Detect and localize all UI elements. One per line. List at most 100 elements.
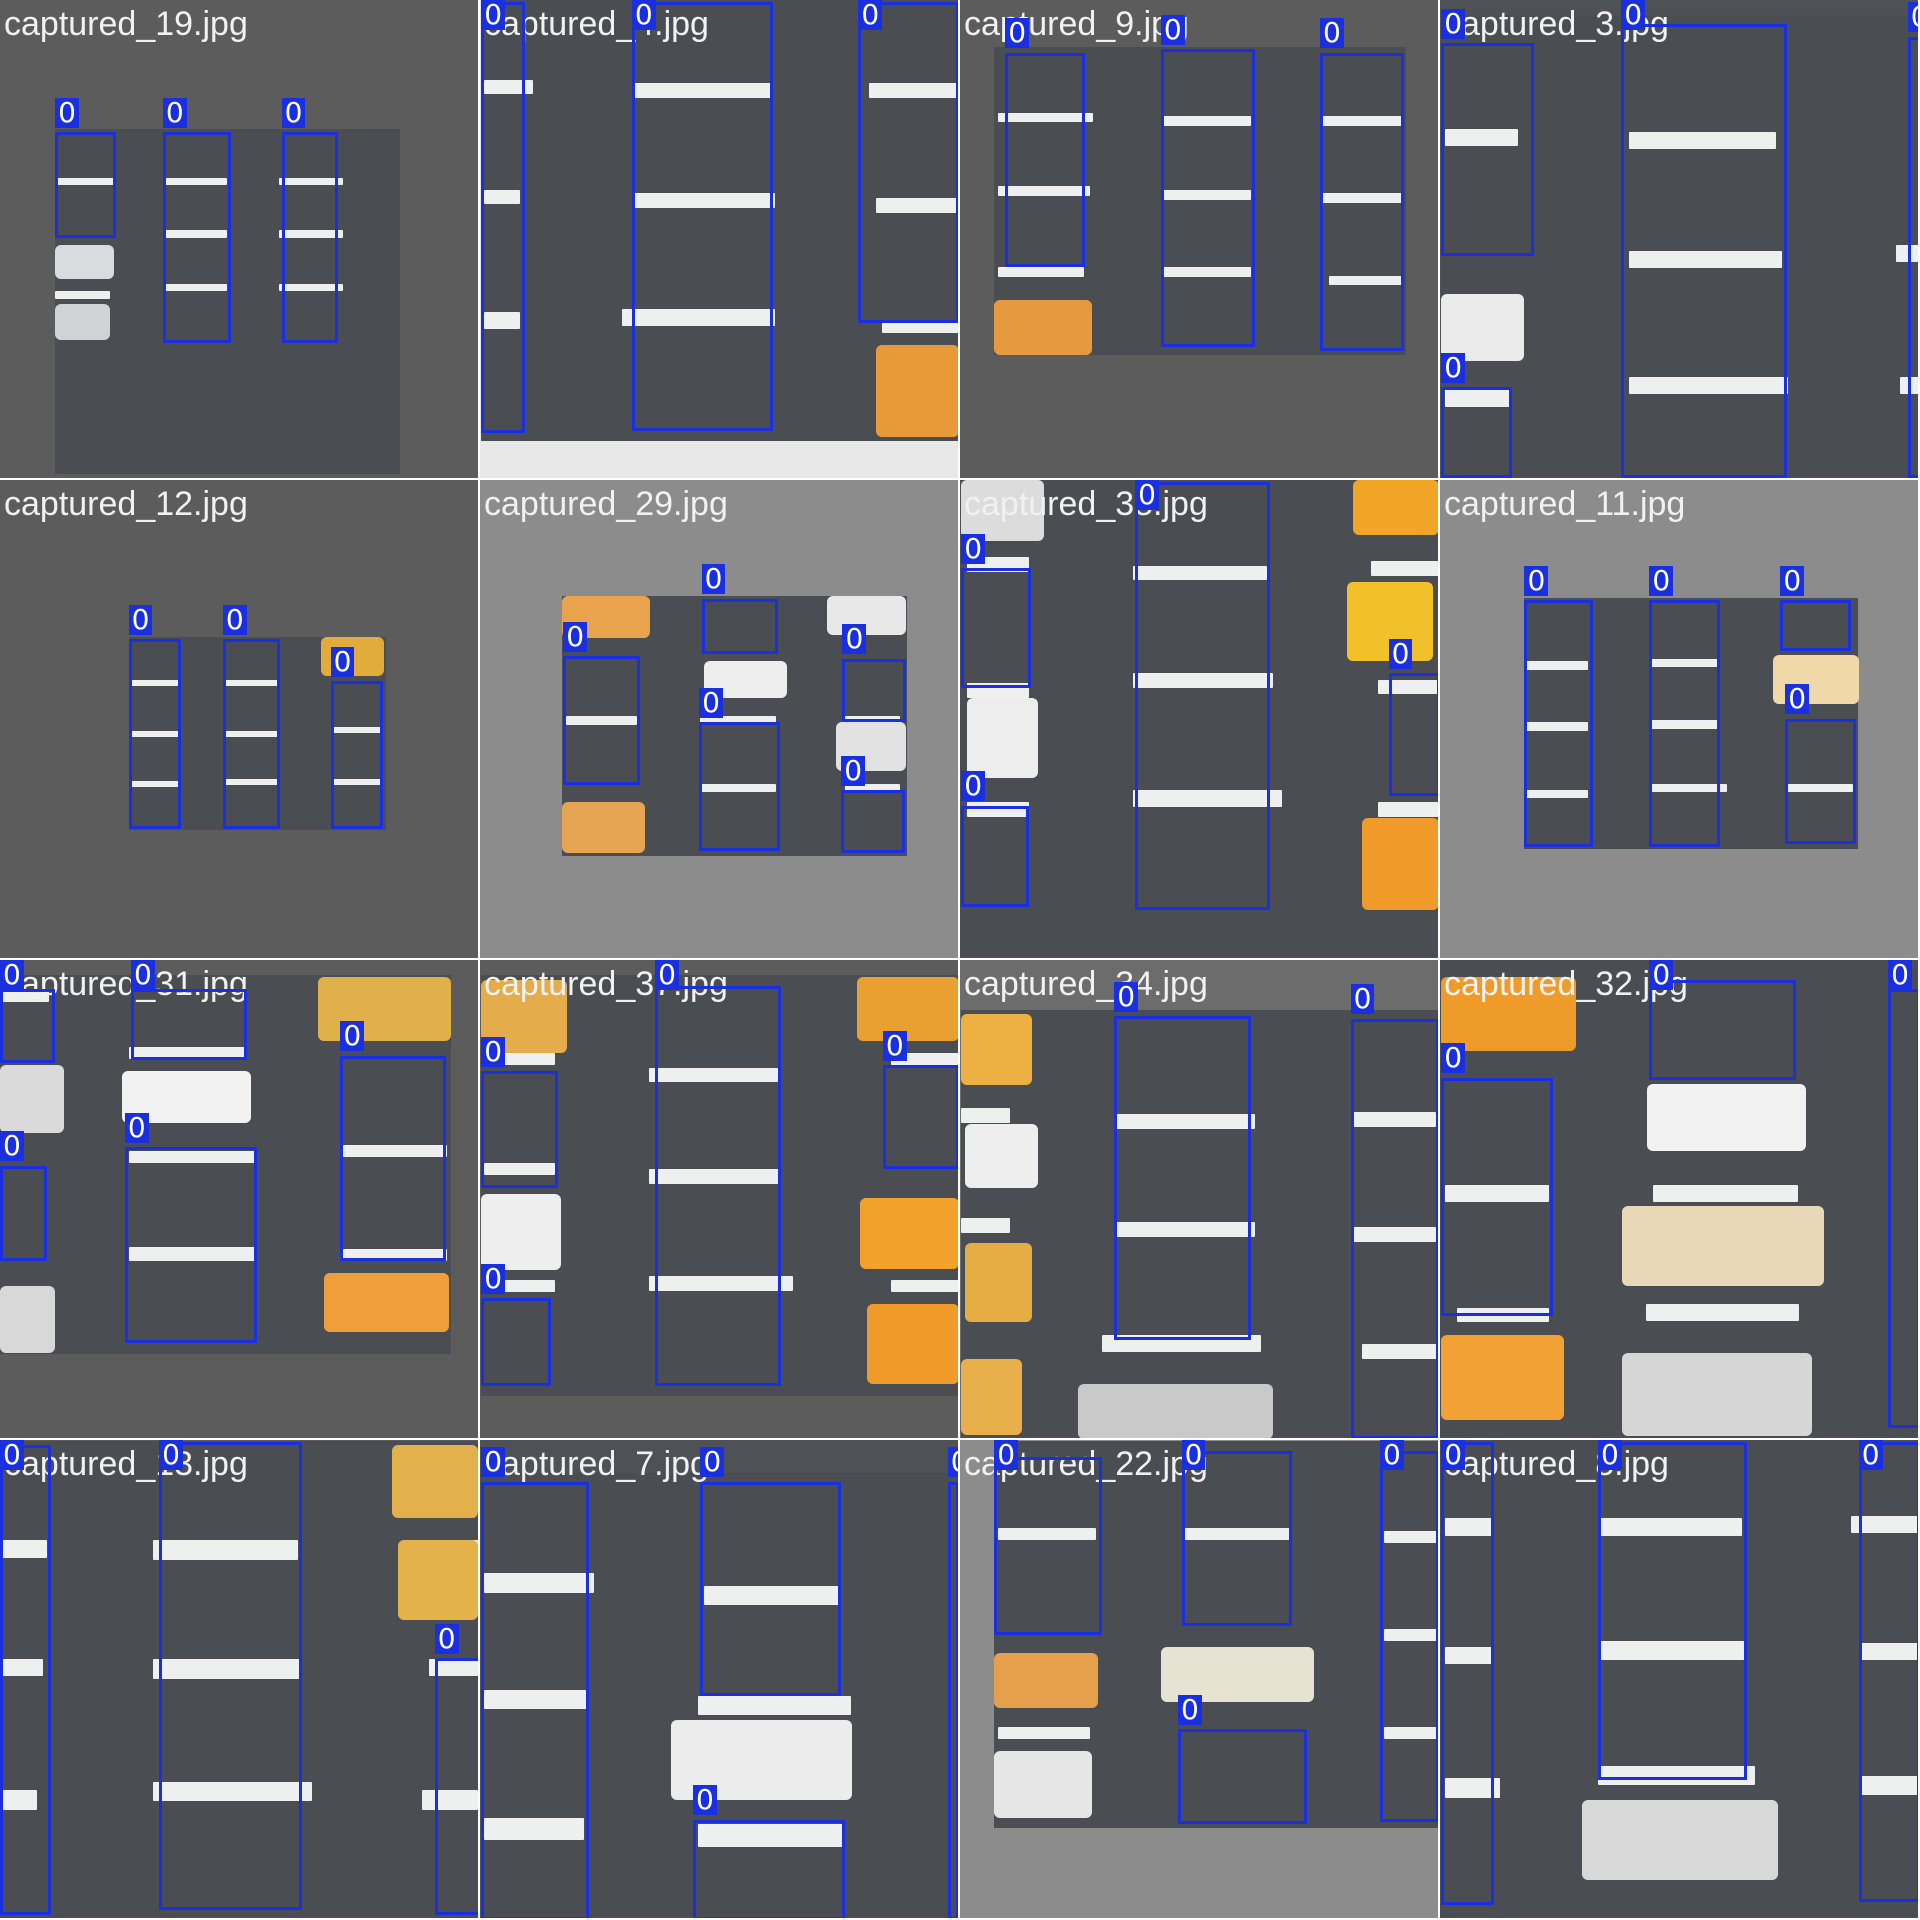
class-label: 0 (1181, 1440, 1206, 1470)
detection-box (961, 568, 1031, 689)
detection-box (1441, 1442, 1494, 1906)
detection-box (1320, 52, 1405, 352)
toy-vehicle (964, 1242, 1033, 1323)
class-label: 0 (434, 1623, 459, 1654)
class-label: 0 (1597, 1440, 1622, 1470)
detection-box (1858, 1442, 1918, 1902)
toy-vehicle (1441, 1334, 1564, 1421)
image-tile: captured_13.jpg 0 0 0 (0, 1440, 478, 1918)
detection-box (1621, 24, 1787, 478)
class-label: 0 (961, 771, 986, 802)
class-label: 0 (1388, 639, 1413, 670)
class-label: 0 (330, 646, 355, 677)
detection-box (841, 789, 905, 854)
parking-line (1653, 1185, 1798, 1203)
toy-vehicle (1622, 1206, 1825, 1286)
class-label: 0 (1441, 8, 1466, 39)
toy-vehicle (324, 1273, 450, 1333)
detection-box (159, 1442, 303, 1911)
parking-line (961, 1218, 1011, 1234)
image-tile: captured_9.jpg 0 0 0 (960, 0, 1438, 478)
class-label: 0 (1350, 984, 1375, 1015)
detection-box (631, 2, 773, 431)
detection-box (481, 2, 526, 434)
tile-filename: captured_29.jpg (484, 485, 728, 523)
class-label: 0 (1907, 2, 1918, 33)
detection-box (1388, 673, 1438, 796)
detection-mosaic: captured_19.jpg 0 0 0 captured_4.jpg 0 0 0 captu… (0, 0, 1920, 1920)
toy-vehicle (826, 596, 907, 636)
class-label: 0 (858, 0, 883, 30)
image-tile: captured_4.jpg 0 0 0 (480, 0, 958, 478)
toy-vehicle (562, 802, 646, 854)
toy-vehicle (1622, 1353, 1813, 1437)
toy-vehicle (0, 1285, 56, 1354)
detection-box (1441, 1077, 1553, 1317)
class-label: 0 (841, 755, 866, 786)
class-label: 0 (131, 960, 155, 990)
toy-vehicle (1077, 1383, 1274, 1438)
parking-line (997, 266, 1084, 277)
detection-box (1785, 718, 1857, 844)
image-tile: captured_29.jpg 0 0 0 0 0 (480, 480, 958, 958)
detection-box (162, 132, 232, 343)
tile-filename: captured_9.jpg (964, 5, 1189, 43)
class-label: 0 (0, 960, 24, 990)
image-tile: captured_31.jpg 0 0 0 0 0 (0, 960, 478, 1438)
detection-box (481, 1071, 559, 1188)
detection-box (0, 1444, 52, 1916)
class-label: 0 (1380, 1440, 1404, 1470)
parking-line (1371, 560, 1438, 576)
detection-box (131, 989, 248, 1061)
detection-box (961, 805, 1029, 908)
detection-box (994, 1457, 1103, 1635)
toy-vehicle (55, 303, 111, 341)
class-label: 0 (1649, 960, 1674, 990)
class-label: 0 (1320, 18, 1344, 49)
detection-box (0, 1165, 47, 1262)
image-tile: captured_11.jpg 0 0 0 0 (1440, 480, 1918, 958)
image-tile: captured_19.jpg 0 0 0 (0, 0, 478, 478)
parking-line (961, 1108, 1011, 1123)
detection-box (701, 598, 778, 654)
class-label: 0 (1441, 1043, 1466, 1074)
toy-vehicle (967, 697, 1039, 778)
class-label: 0 (994, 1440, 1019, 1470)
detection-box (0, 989, 56, 1063)
detection-box (1350, 1018, 1438, 1438)
detection-box (1441, 386, 1513, 478)
class-label: 0 (222, 604, 247, 635)
class-label: 0 (700, 1447, 725, 1478)
toy-vehicle (0, 1065, 64, 1133)
image-tile: captured_38.jpg 0 0 0 0 (960, 480, 1438, 958)
detection-box (222, 639, 281, 829)
class-label: 0 (701, 564, 726, 595)
detection-box (858, 2, 958, 324)
toy-vehicle (961, 1359, 1023, 1436)
detection-box (1005, 52, 1085, 267)
detection-box (1649, 979, 1797, 1080)
detection-box (842, 658, 907, 723)
image-tile: captured_7.jpg0000 (480, 1440, 958, 1918)
class-label: 0 (1005, 18, 1030, 49)
image-tile: captured_32.jpg 0 0 0 (1440, 960, 1918, 1438)
image-tile: captured_8.jpg 0 0 0 (1440, 1440, 1918, 1918)
class-label: 0 (0, 1131, 24, 1162)
toy-vehicle (857, 977, 958, 1041)
detection-box (340, 1055, 446, 1262)
class-label: 0 (1649, 565, 1674, 596)
tile-filename: captured_12.jpg (4, 485, 248, 523)
class-label: 0 (1858, 1440, 1883, 1470)
detection-box (563, 656, 641, 785)
detection-box (281, 132, 338, 343)
detection-box (1441, 42, 1535, 256)
tile-filename: captured_19.jpg (4, 5, 248, 43)
class-label: 0 (0, 1440, 24, 1470)
class-label: 0 (481, 1037, 506, 1068)
toy-vehicle (397, 1540, 478, 1620)
detection-box (947, 1481, 958, 1918)
detection-box (330, 680, 384, 829)
toy-vehicle (318, 977, 451, 1041)
toy-vehicle (859, 1197, 958, 1269)
class-label: 0 (1135, 480, 1159, 510)
